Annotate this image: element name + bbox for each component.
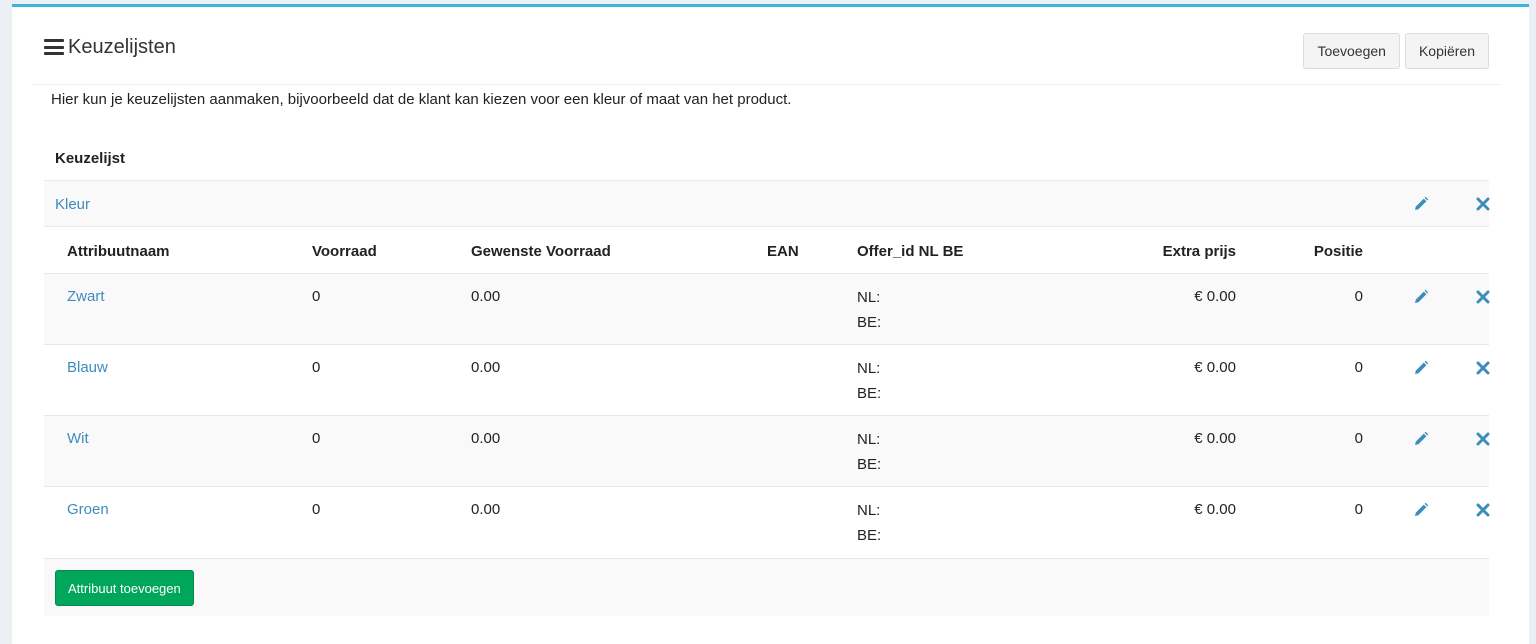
list-heading: Keuzelijst <box>55 150 126 167</box>
column-header-stock: Voorraad <box>312 243 377 260</box>
extra-price-value: € 0.00 <box>1194 359 1236 376</box>
extra-price-value: € 0.00 <box>1194 501 1236 518</box>
desired-stock-value: 0.00 <box>471 288 501 305</box>
offer-nl: NL: <box>857 431 881 448</box>
column-header-offer-id: Offer_id NL BE <box>857 243 964 260</box>
close-icon[interactable] <box>1474 195 1492 213</box>
stock-value: 0 <box>312 288 321 305</box>
stock-value: 0 <box>312 501 321 518</box>
position-value: 0 <box>1354 430 1363 447</box>
desired-stock-value: 0.00 <box>471 359 501 376</box>
close-icon[interactable] <box>1474 288 1492 306</box>
offer-id-cell: NL: BE: <box>857 356 881 406</box>
extra-price-value: € 0.00 <box>1194 430 1236 447</box>
table-row: Groen 0 0.00 NL: BE: € 0.00 0 <box>44 486 1492 557</box>
group-row: Kleur <box>44 180 1492 227</box>
panel-header: Keuzelijsten Toevoegen Kopiëren <box>32 7 1501 85</box>
desired-stock-value: 0.00 <box>471 430 501 447</box>
keuzelijsten-panel: Keuzelijsten Toevoegen Kopiëren Hier kun… <box>12 4 1529 644</box>
offer-be: BE: <box>857 314 882 331</box>
offer-nl: NL: <box>857 502 881 519</box>
attribute-name-link[interactable]: Wit <box>67 430 89 447</box>
bars-icon <box>44 39 64 55</box>
attribute-name-link[interactable]: Groen <box>67 501 109 518</box>
pencil-icon[interactable] <box>1412 288 1430 306</box>
table-row: Wit 0 0.00 NL: BE: € 0.00 0 <box>44 415 1492 486</box>
table-footer: Attribuut toevoegen <box>44 558 1489 616</box>
pencil-icon[interactable] <box>1412 195 1430 213</box>
page-title: Keuzelijsten <box>68 36 176 58</box>
offer-id-cell: NL: BE: <box>857 285 881 335</box>
column-header-position: Positie <box>1313 243 1363 260</box>
offer-nl: NL: <box>857 289 881 306</box>
add-button[interactable]: Toevoegen <box>1303 33 1400 69</box>
offer-be: BE: <box>857 456 882 473</box>
close-icon[interactable] <box>1474 430 1492 448</box>
desired-stock-value: 0.00 <box>471 501 501 518</box>
title-wrap: Keuzelijsten <box>44 35 176 59</box>
group-name-link[interactable]: Kleur <box>55 196 90 213</box>
offer-be: BE: <box>857 385 882 402</box>
offer-id-cell: NL: BE: <box>857 427 881 477</box>
header-buttons: Toevoegen Kopiëren <box>1303 33 1489 69</box>
pencil-icon[interactable] <box>1412 501 1430 519</box>
table-row: Blauw 0 0.00 NL: BE: € 0.00 0 <box>44 344 1492 415</box>
intro-text: Hier kun je keuzelijsten aanmaken, bijvo… <box>51 91 792 108</box>
add-attribute-button[interactable]: Attribuut toevoegen <box>55 570 194 606</box>
attribute-name-link[interactable]: Blauw <box>67 359 108 376</box>
attribute-name-link[interactable]: Zwart <box>67 288 105 305</box>
table-row: Zwart 0 0.00 NL: BE: € 0.00 0 <box>44 273 1492 344</box>
column-header-ean: EAN <box>767 243 799 260</box>
attribute-table-header: Attribuutnaam Voorraad Gewenste Voorraad… <box>44 227 1489 273</box>
column-header-name: Attribuutnaam <box>67 243 170 260</box>
pencil-icon[interactable] <box>1412 359 1430 377</box>
position-value: 0 <box>1354 501 1363 518</box>
position-value: 0 <box>1354 359 1363 376</box>
offer-be: BE: <box>857 527 882 544</box>
pencil-icon[interactable] <box>1412 430 1430 448</box>
column-header-desired-stock: Gewenste Voorraad <box>471 243 611 260</box>
extra-price-value: € 0.00 <box>1194 288 1236 305</box>
offer-id-cell: NL: BE: <box>857 498 881 548</box>
offer-nl: NL: <box>857 360 881 377</box>
stock-value: 0 <box>312 430 321 447</box>
copy-button[interactable]: Kopiëren <box>1404 33 1489 69</box>
close-icon[interactable] <box>1474 359 1492 377</box>
stock-value: 0 <box>312 359 321 376</box>
position-value: 0 <box>1354 288 1363 305</box>
close-icon[interactable] <box>1474 501 1492 519</box>
column-header-extra-price: Extra prijs <box>1162 243 1236 260</box>
